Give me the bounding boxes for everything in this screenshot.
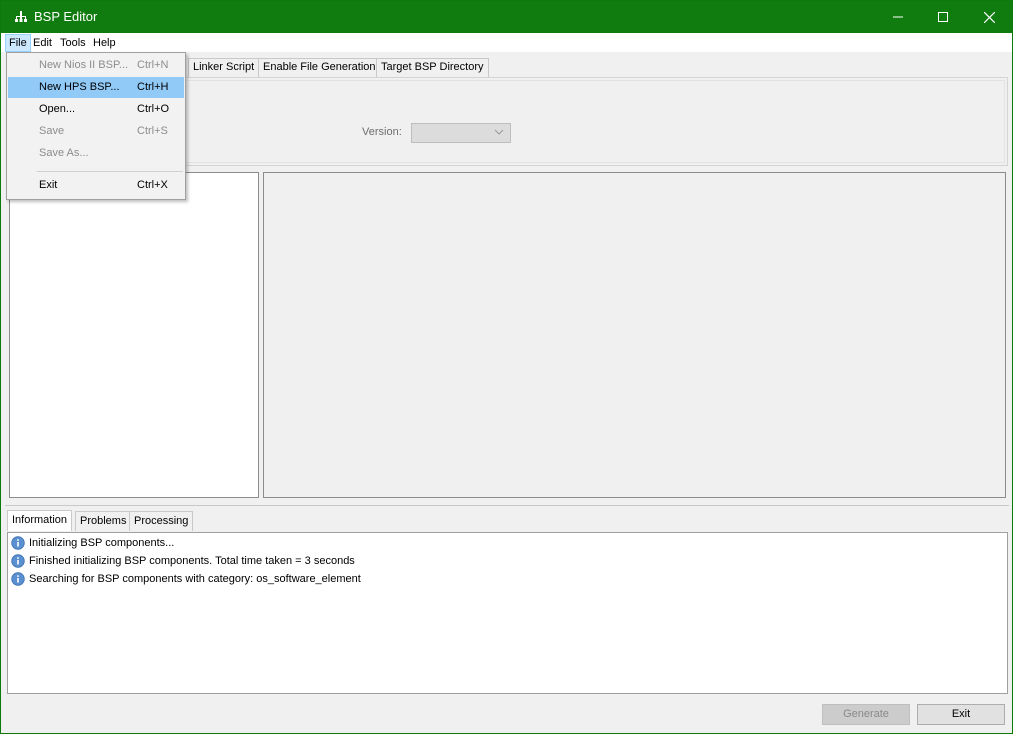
tab-enable-file-generation[interactable]: Enable File Generation: [258, 58, 381, 77]
menu-bar: File Edit Tools Help: [1, 33, 1012, 52]
menu-item-save-as[interactable]: Save As...: [8, 143, 184, 164]
generate-button[interactable]: Generate: [822, 704, 910, 725]
info-icon: [11, 572, 25, 586]
menu-edit[interactable]: Edit: [30, 35, 55, 51]
tab-problems[interactable]: Problems: [75, 511, 132, 531]
menu-tools[interactable]: Tools: [57, 35, 89, 51]
window-title: BSP Editor: [34, 9, 98, 24]
detail-panel: [263, 172, 1006, 498]
app-icon: [15, 11, 27, 23]
log-text: Finished initializing BSP components. To…: [29, 555, 355, 567]
bsp-tree-panel[interactable]: [9, 172, 259, 498]
tab-processing[interactable]: Processing: [129, 511, 194, 531]
tab-linker-script[interactable]: Linker Script: [188, 58, 260, 77]
maximize-button[interactable]: [920, 1, 966, 33]
log-item: Initializing BSP components...: [11, 535, 174, 551]
menu-item-save[interactable]: Save Ctrl+S: [8, 121, 184, 142]
bsp-editor-window: BSP Editor File Edit Tools Help Linker S…: [0, 0, 1013, 734]
info-icon: [11, 536, 25, 550]
close-icon: [983, 11, 995, 23]
menu-item-new-nios-bsp[interactable]: New Nios II BSP... Ctrl+N: [8, 55, 184, 76]
version-select[interactable]: [411, 123, 511, 143]
minimize-button[interactable]: [875, 1, 921, 33]
log-text: Initializing BSP components...: [29, 537, 175, 549]
info-icon: [11, 554, 25, 568]
version-label: Version:: [362, 126, 402, 138]
menu-separator: [37, 171, 183, 172]
message-log[interactable]: Initializing BSP components... Finished …: [7, 532, 1008, 694]
minimize-icon: [893, 16, 903, 18]
maximize-icon: [938, 12, 948, 22]
menu-item-open[interactable]: Open... Ctrl+O: [8, 99, 184, 120]
menu-item-exit[interactable]: Exit Ctrl+X: [8, 175, 184, 196]
tab-target-bsp-directory[interactable]: Target BSP Directory: [376, 58, 489, 77]
exit-button[interactable]: Exit: [917, 704, 1005, 725]
log-item: Finished initializing BSP components. To…: [11, 553, 355, 569]
file-menu-dropdown: New Nios II BSP... Ctrl+N New HPS BSP...…: [6, 52, 186, 200]
log-item: Searching for BSP components with catego…: [11, 571, 361, 587]
title-bar: BSP Editor: [1, 1, 1012, 33]
horizontal-splitter[interactable]: [5, 505, 1009, 506]
log-text: Searching for BSP components with catego…: [29, 573, 361, 585]
chevron-down-icon: [494, 129, 504, 135]
menu-help[interactable]: Help: [90, 35, 119, 51]
menu-file[interactable]: File: [5, 34, 31, 52]
tab-information[interactable]: Information: [7, 510, 73, 531]
menu-item-new-hps-bsp[interactable]: New HPS BSP... Ctrl+H: [8, 77, 184, 98]
close-button[interactable]: [966, 1, 1012, 33]
